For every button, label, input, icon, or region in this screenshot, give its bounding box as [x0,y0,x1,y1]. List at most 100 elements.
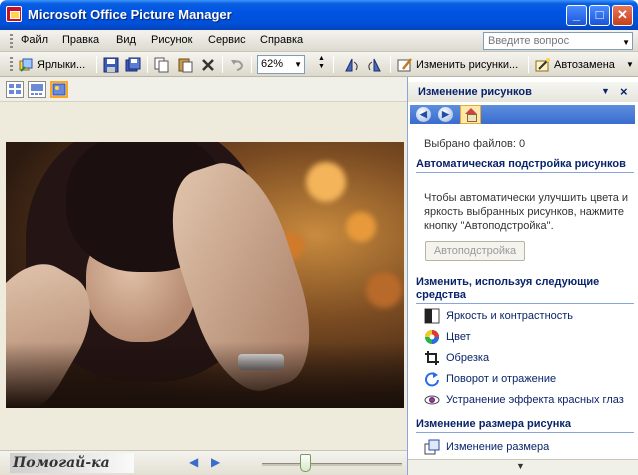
zoom-slider-track[interactable] [262,463,402,466]
menu-bar: Файл Правка Вид Рисунок Сервис Справка В… [0,30,638,52]
task-pane-home-icon[interactable] [460,105,481,124]
task-pane-menu-arrow-icon[interactable]: ▼ [601,86,610,96]
paste-icon [177,57,193,73]
crop-link[interactable]: Обрезка [424,350,489,366]
save-button[interactable] [103,55,119,74]
picture-manager-app-icon[interactable] [6,6,22,22]
brightness-contrast-icon [424,308,440,324]
rotate-left-button[interactable] [344,55,360,74]
resize-label: Изменение размера [446,441,550,453]
menu-tools[interactable]: Сервис [208,34,246,46]
task-pane-scroll-area[interactable]: ▼ [408,459,638,475]
picture-canvas[interactable] [0,102,407,450]
ask-dropdown-arrow-icon[interactable]: ▼ [622,37,630,49]
brightness-contrast-link[interactable]: Яркость и контрастность [424,308,573,324]
shortcuts-button[interactable]: Ярлыки... [18,55,85,74]
title-bar[interactable]: Microsoft Office Picture Manager _ □ ✕ [0,0,638,30]
menu-file[interactable]: Файл [21,34,48,46]
maximize-button[interactable]: □ [589,5,610,26]
task-pane-back-icon[interactable]: ◀ [416,107,431,122]
menu-grip-handle[interactable] [10,34,13,48]
edit-pictures-icon [397,57,413,73]
red-eye-link[interactable]: Устранение эффекта красных глаз [424,392,624,408]
paste-button[interactable] [177,55,193,74]
ask-question-placeholder: Введите вопрос [488,35,570,47]
autocorrect-button[interactable]: Автозамена [535,55,615,74]
auto-correct-section-title: Автоматическая подстройка рисунков [416,158,634,173]
previous-picture-icon[interactable]: ◀ [189,455,198,469]
menu-help[interactable]: Справка [260,34,303,46]
save-all-icon [125,57,141,73]
toolbar-separator [528,56,529,73]
color-wheel-icon [424,329,440,345]
toolbar-separator [96,56,97,73]
close-button[interactable]: ✕ [612,5,633,26]
task-pane-navigation: ◀ ▶ [410,105,635,124]
color-link[interactable]: Цвет [424,329,471,345]
shortcuts-icon [18,57,34,73]
resize-section-title: Изменение размера рисунка [416,418,634,433]
undo-button[interactable] [229,55,245,74]
standard-toolbar: Ярлыки... 62% ▼ ▲ ▼ Изменить рисунки... … [0,52,638,77]
toolbar-options-icon[interactable]: ▼ [626,55,634,74]
view-bar [0,77,407,102]
save-all-button[interactable] [125,55,141,74]
zoom-select[interactable]: 62% ▼ [257,55,305,74]
bokeh-light [306,162,346,202]
task-pane-forward-icon[interactable]: ▶ [438,107,453,122]
window-title: Microsoft Office Picture Manager [28,7,232,22]
ask-question-input[interactable]: Введите вопрос ▼ [483,32,633,50]
minimize-button[interactable]: _ [566,5,587,26]
rotate-flip-label: Поворот и отражение [446,373,557,385]
color-label: Цвет [446,331,471,343]
zoom-up-icon[interactable]: ▲ [318,55,325,63]
single-picture-view-button[interactable] [50,81,68,98]
watermark-text: Помогай-ка [10,453,134,473]
autocorrect-label: Автозамена [554,58,615,71]
bokeh-light [366,272,402,308]
undo-icon [229,57,245,73]
toolbar-grip-handle[interactable] [10,57,13,71]
photo-woman-holding-head[interactable] [6,142,404,408]
task-pane-title[interactable]: Изменение рисунков [418,86,532,98]
selected-files-count: Выбрано файлов: 0 [424,138,526,150]
viewer-status-bar: Помогай-ка ◀ ▶ [0,450,407,475]
menu-edit[interactable]: Правка [62,34,99,46]
resize-link[interactable]: Изменение размера [424,439,549,455]
zoom-down-icon[interactable]: ▼ [318,63,325,71]
filmstrip-icon [31,84,43,95]
zoom-slider-thumb[interactable] [299,454,311,472]
rotate-right-button[interactable] [366,55,382,74]
crop-icon [424,350,440,366]
brightness-contrast-label: Яркость и контрастность [446,310,574,322]
edit-tools-section-title: Изменить, используя следующие средства [416,276,634,304]
toolbar-separator [333,56,334,73]
bokeh-light [346,212,376,242]
scroll-down-icon[interactable]: ▼ [516,461,525,471]
toolbar-separator [390,56,391,73]
thumbnail-view-button[interactable] [6,81,24,98]
edit-pictures-task-pane: Изменение рисунков ▼ × ◀ ▶ Выбрано файло… [407,77,638,475]
delete-button[interactable] [200,55,216,74]
auto-correct-button[interactable]: Автоподстройка [425,241,525,261]
delete-icon [200,57,216,73]
rotate-left-icon [344,57,360,73]
task-pane-close-icon[interactable]: × [620,84,628,99]
next-picture-icon[interactable]: ▶ [211,455,220,469]
save-icon [103,57,119,73]
zoom-dropdown-arrow-icon[interactable]: ▼ [294,60,302,69]
photo-shadow [6,342,404,408]
filmstrip-view-button[interactable] [28,81,46,98]
toolbar-separator [251,56,252,73]
toolbar-separator [222,56,223,73]
menu-picture[interactable]: Рисунок [151,34,193,46]
copy-icon [154,57,170,73]
menu-view[interactable]: Вид [116,34,136,46]
copy-button[interactable] [154,55,170,74]
rotate-flip-icon [424,371,440,387]
rotate-right-icon [366,57,382,73]
autocorrect-wand-icon [535,57,551,73]
edit-pictures-button[interactable]: Изменить рисунки... [397,55,518,74]
zoom-stepper[interactable]: ▲ ▼ [318,55,325,74]
rotate-flip-link[interactable]: Поворот и отражение [424,371,556,387]
